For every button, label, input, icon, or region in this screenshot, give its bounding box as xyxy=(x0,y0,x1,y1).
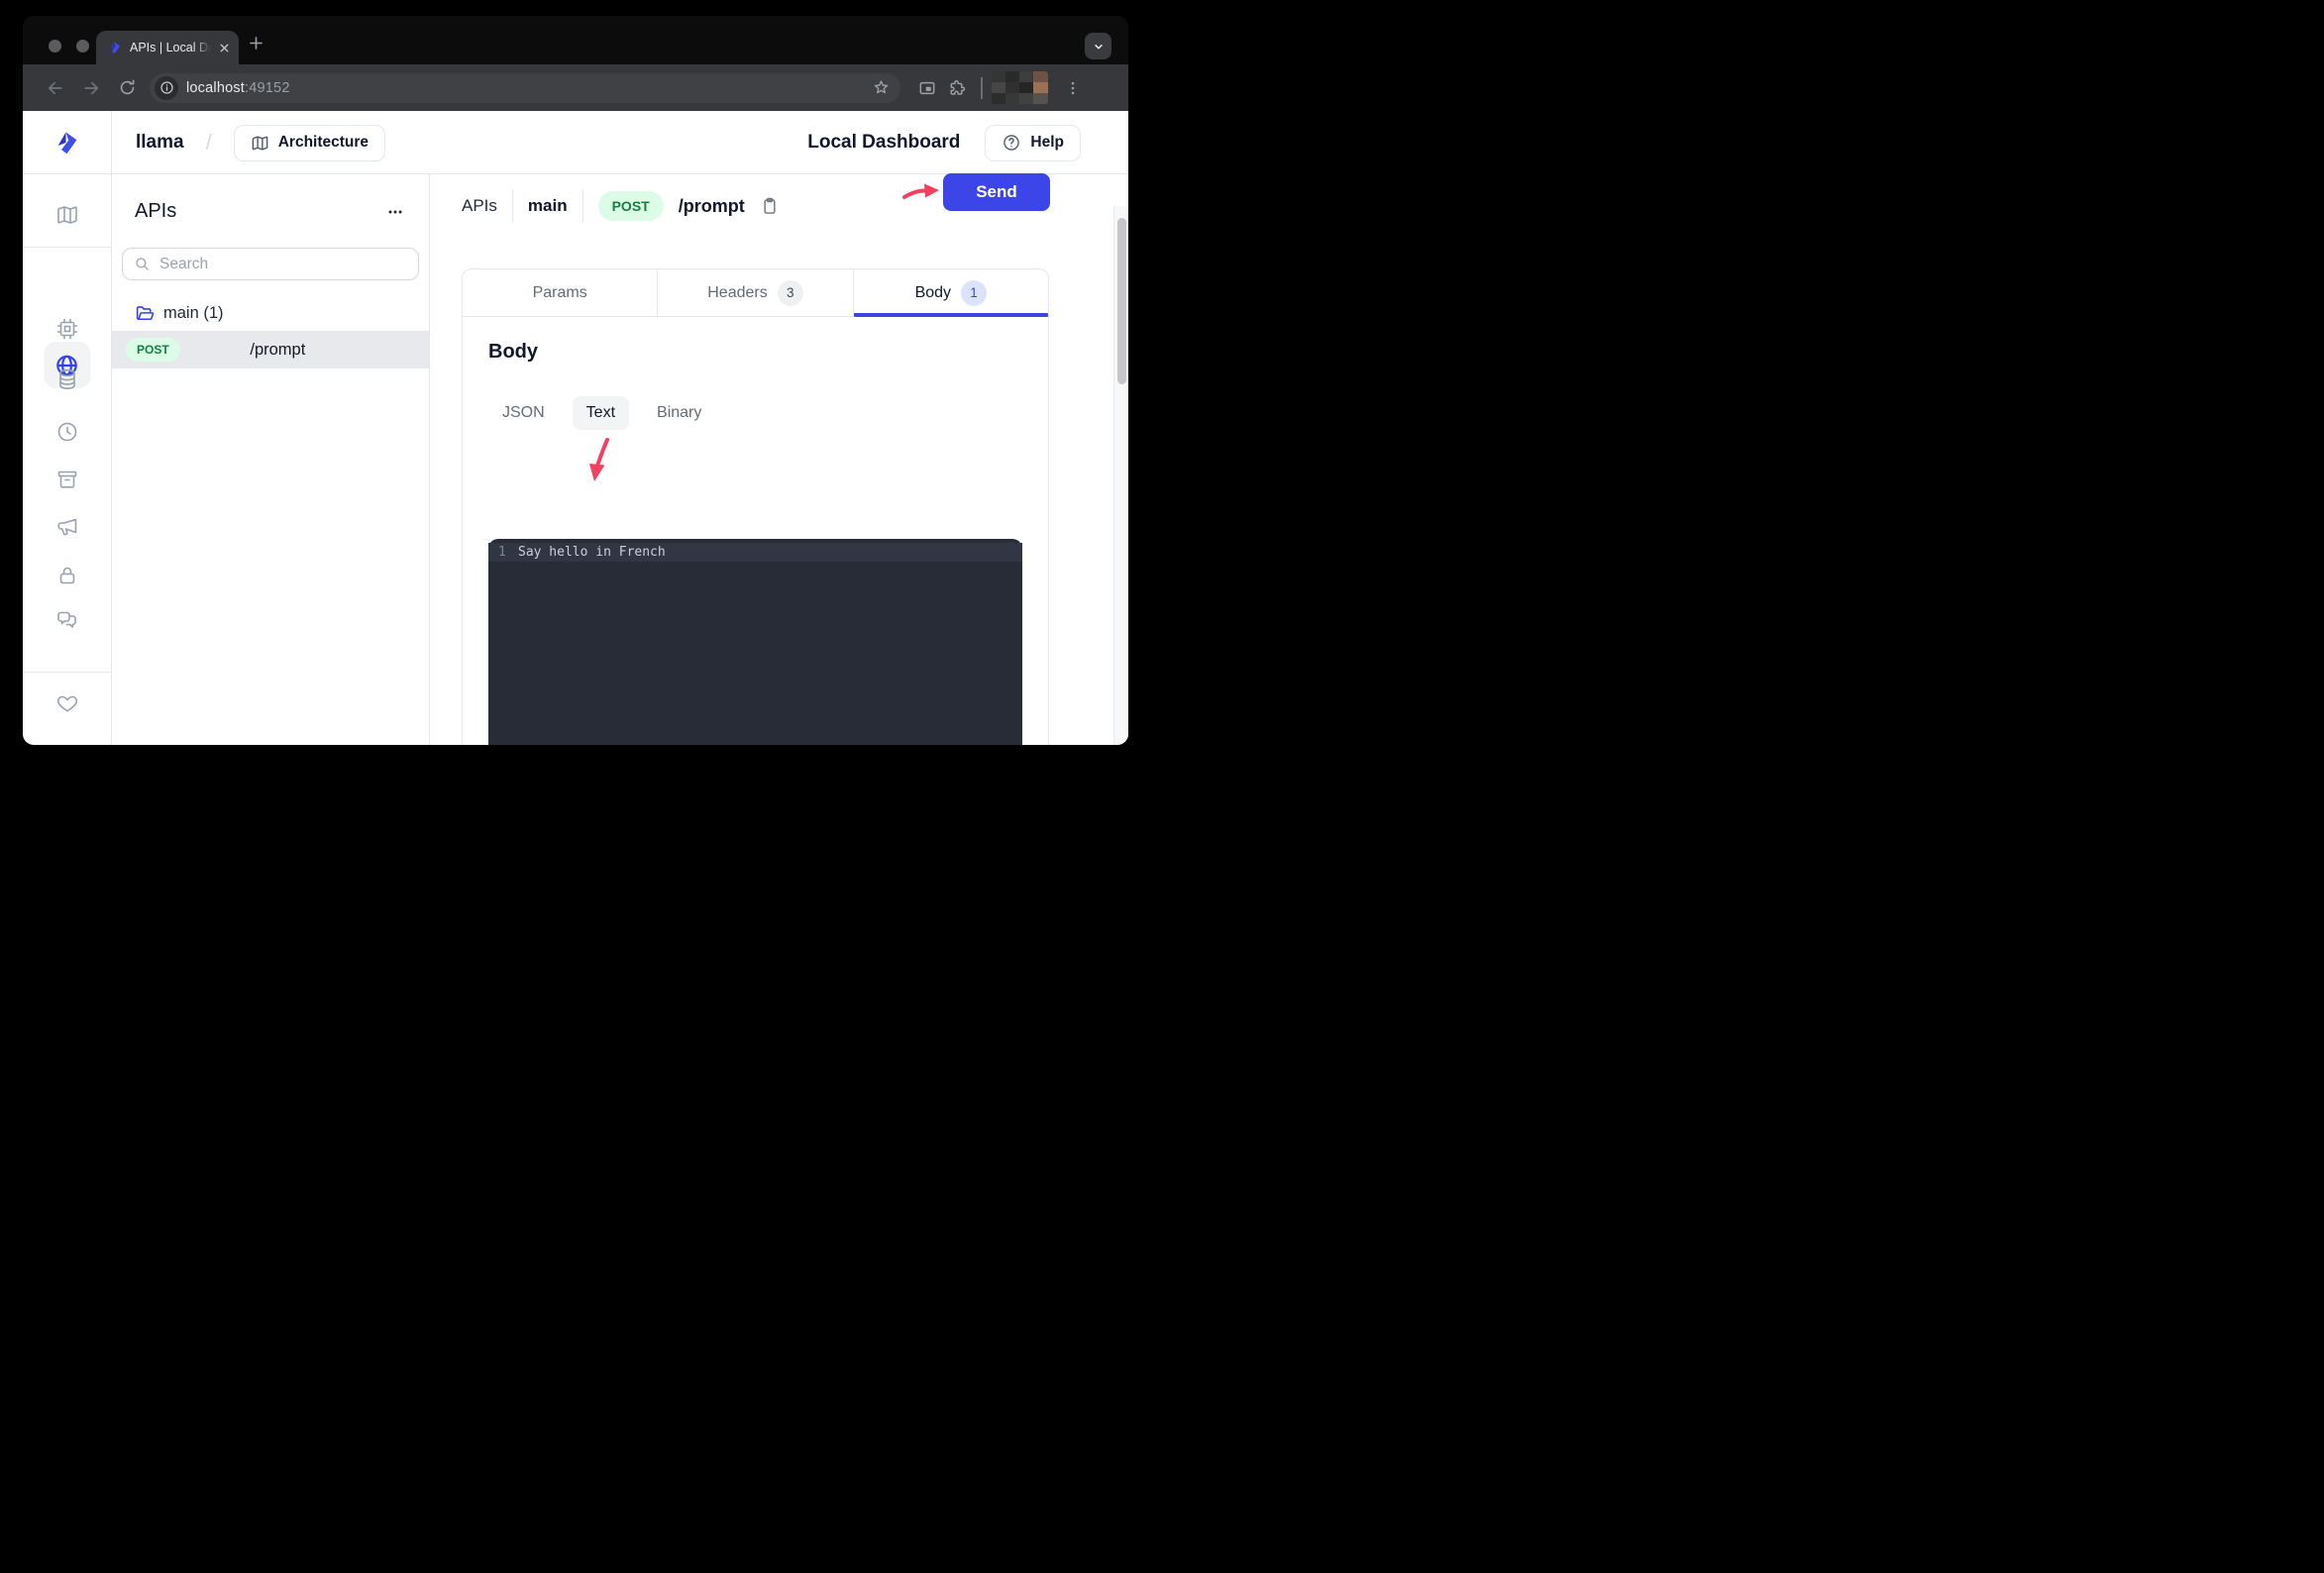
back-icon[interactable] xyxy=(41,73,70,103)
map-icon xyxy=(251,134,269,153)
tab-label: Params xyxy=(533,284,587,302)
active-tab-underline xyxy=(854,313,1048,317)
help-button[interactable]: Help xyxy=(985,125,1081,161)
editor-content: Say hello in French xyxy=(518,545,666,560)
app-header: llama / Architecture Local Dashboard Hel… xyxy=(23,111,1128,174)
api-group-main[interactable]: main (1) xyxy=(135,303,224,324)
database-icon[interactable] xyxy=(55,367,79,391)
profile-avatar[interactable] xyxy=(992,71,1048,105)
architecture-button[interactable]: Architecture xyxy=(234,125,385,161)
request-bar: APIs main POST /prompt xyxy=(462,189,780,223)
tab-strip: APIs | Local Dashboard | Nitric xyxy=(23,16,1128,64)
apis-panel: APIs main (1) POST /prompt xyxy=(112,174,430,745)
copy-clipboard-icon[interactable] xyxy=(760,196,780,216)
format-tab-text[interactable]: Text xyxy=(573,396,629,430)
browser-tab[interactable]: APIs | Local Dashboard | Nitric xyxy=(96,31,239,64)
side-panel-icon[interactable] xyxy=(912,73,942,103)
endpoint-row-prompt[interactable]: POST /prompt xyxy=(112,331,429,368)
clock-icon[interactable] xyxy=(55,420,79,444)
divider xyxy=(582,189,583,223)
menu-dots-icon[interactable] xyxy=(1058,73,1088,103)
tab-label: Body xyxy=(915,284,951,302)
nitric-dashboard: llama / Architecture Local Dashboard Hel… xyxy=(23,111,1128,745)
tab-title: APIs | Local Dashboard | Nitric xyxy=(130,41,211,54)
request-group-label: main xyxy=(528,196,568,216)
annotation-arrow-send xyxy=(902,180,940,202)
format-tab-binary[interactable]: Binary xyxy=(643,396,715,430)
tab-search-chevron-icon[interactable] xyxy=(1085,33,1111,59)
request-root-label: APIs xyxy=(462,196,497,216)
endpoint-path: /prompt xyxy=(180,341,375,360)
toolbar-divider xyxy=(981,77,983,99)
address-bar[interactable]: localhost:49152 xyxy=(150,73,900,103)
request-card: Params Headers 3 Body 1 Body JSON Text B… xyxy=(462,268,1049,745)
architecture-label: Architecture xyxy=(278,134,369,152)
panel-title: APIs xyxy=(135,200,176,223)
lock-icon[interactable] xyxy=(55,564,79,587)
archive-icon[interactable] xyxy=(55,468,79,491)
send-button[interactable]: Send xyxy=(943,173,1050,211)
tab-close-icon[interactable] xyxy=(218,42,231,54)
megaphone-icon[interactable] xyxy=(55,515,79,539)
annotation-arrow-text xyxy=(587,438,611,483)
browser-toolbar: localhost:49152 xyxy=(23,64,1128,111)
format-tab-json[interactable]: JSON xyxy=(488,396,559,430)
body-count-badge: 1 xyxy=(961,280,987,306)
search-input[interactable] xyxy=(159,256,407,273)
ellipsis-menu-icon[interactable] xyxy=(384,201,406,223)
folder-open-icon xyxy=(135,303,156,324)
chat-icon[interactable] xyxy=(55,608,79,632)
help-label: Help xyxy=(1030,134,1064,152)
search-box xyxy=(122,248,419,280)
line-number: 1 xyxy=(488,545,518,560)
request-path: /prompt xyxy=(679,196,745,217)
body-section-title: Body xyxy=(488,341,1022,364)
scrollbar-thumb[interactable] xyxy=(1117,218,1126,384)
new-tab-button[interactable] xyxy=(247,34,265,52)
editor-active-line[interactable]: 1 Say hello in French xyxy=(488,543,1022,562)
headers-count-badge: 3 xyxy=(778,280,803,306)
project-name: llama xyxy=(136,132,184,154)
site-info-icon[interactable] xyxy=(155,76,178,100)
bookmark-star-icon[interactable] xyxy=(872,78,891,97)
page-title: Local Dashboard xyxy=(807,132,960,154)
cpu-icon[interactable] xyxy=(55,317,79,341)
breadcrumb: llama / Architecture xyxy=(136,111,385,174)
url-text[interactable]: localhost:49152 xyxy=(186,80,864,96)
tab-params[interactable]: Params xyxy=(463,269,658,316)
request-tabs: Params Headers 3 Body 1 xyxy=(463,269,1048,317)
nitric-logo-icon[interactable] xyxy=(23,111,112,174)
favicon-nitric-logo-icon xyxy=(107,40,123,55)
page-scrollbar[interactable] xyxy=(1113,206,1128,745)
forward-icon[interactable] xyxy=(76,73,106,103)
breadcrumb-separator: / xyxy=(206,130,212,156)
tab-body[interactable]: Body 1 xyxy=(854,269,1048,316)
tab-label: Headers xyxy=(707,284,767,302)
divider xyxy=(512,189,513,223)
map-icon[interactable] xyxy=(55,203,79,227)
extensions-puzzle-icon[interactable] xyxy=(942,73,972,103)
api-group-label: main (1) xyxy=(163,304,224,323)
reload-icon[interactable] xyxy=(112,73,142,103)
nav-rail xyxy=(23,174,112,745)
browser-window: APIs | Local Dashboard | Nitric localhos… xyxy=(23,16,1128,745)
request-method-badge: POST xyxy=(598,191,664,221)
tab-headers[interactable]: Headers 3 xyxy=(658,269,853,316)
question-circle-icon xyxy=(1002,133,1021,153)
body-editor[interactable]: 1 Say hello in French xyxy=(488,539,1022,745)
method-badge: POST xyxy=(126,338,180,362)
heart-icon[interactable] xyxy=(55,691,79,715)
body-format-tabs: JSON Text Binary xyxy=(488,396,1022,430)
search-icon xyxy=(134,256,151,272)
